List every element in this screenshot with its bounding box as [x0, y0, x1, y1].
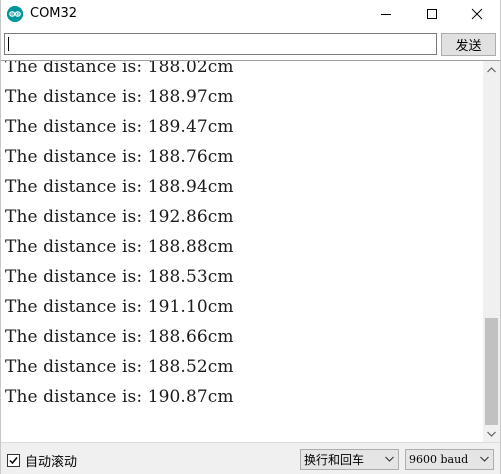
- scroll-down-button[interactable]: [483, 425, 500, 442]
- text-caret: [8, 37, 9, 51]
- autoscroll-checkbox[interactable]: [7, 454, 20, 467]
- output-line: The distance is: 188.88cm: [5, 237, 234, 257]
- baud-rate-select[interactable]: 9600 baud: [405, 449, 494, 470]
- output-line: The distance is: 188.52cm: [5, 357, 234, 377]
- output-line: The distance is: 192.86cm: [5, 207, 234, 227]
- line-ending-select[interactable]: 换行和回车: [300, 449, 399, 470]
- output-line: The distance is: 188.76cm: [5, 147, 234, 167]
- chevron-down-icon: [385, 456, 394, 462]
- serial-input[interactable]: [4, 33, 437, 55]
- output-line: The distance is: 191.10cm: [5, 297, 234, 317]
- vertical-scrollbar[interactable]: [483, 60, 500, 442]
- checkmark-icon: [9, 457, 18, 465]
- autoscroll-toggle[interactable]: 自动滚动: [7, 451, 77, 470]
- arduino-logo-icon: [7, 6, 23, 22]
- chevron-down-icon: [487, 431, 496, 437]
- chevron-down-icon: [480, 456, 489, 462]
- serial-monitor-window: COM32 发送 The distance is: 188.02cm The di…: [0, 0, 501, 474]
- send-button[interactable]: 发送: [441, 33, 496, 56]
- close-button[interactable]: [454, 0, 500, 28]
- window-title: COM32: [30, 6, 78, 21]
- output-line: The distance is: 188.66cm: [5, 327, 234, 347]
- output-line: The distance is: 188.97cm: [5, 87, 234, 107]
- scroll-up-button[interactable]: [483, 61, 500, 78]
- maximize-button[interactable]: [409, 0, 455, 28]
- title-bar[interactable]: COM32: [1, 0, 500, 28]
- output-line: The distance is: 188.94cm: [5, 177, 234, 197]
- output-line: The distance is: 188.53cm: [5, 267, 234, 287]
- maximize-icon: [427, 9, 437, 19]
- autoscroll-label: 自动滚动: [25, 455, 78, 470]
- scroll-thumb[interactable]: [485, 318, 498, 425]
- close-icon: [471, 8, 483, 20]
- line-ending-value: 换行和回车: [304, 453, 365, 467]
- serial-output[interactable]: The distance is: 188.02cm The distance is…: [1, 60, 483, 443]
- send-row: 发送: [1, 28, 500, 60]
- output-line: The distance is: 188.02cm: [5, 60, 234, 77]
- bottom-bar: 自动滚动 换行和回车 9600 baud: [1, 442, 500, 474]
- baud-rate-value: 9600 baud: [409, 453, 469, 466]
- output-line: The distance is: 189.47cm: [5, 117, 234, 137]
- chevron-up-icon: [487, 66, 496, 72]
- minimize-button[interactable]: [363, 0, 409, 28]
- minimize-icon: [381, 14, 391, 15]
- output-line: The distance is: 190.87cm: [5, 387, 234, 407]
